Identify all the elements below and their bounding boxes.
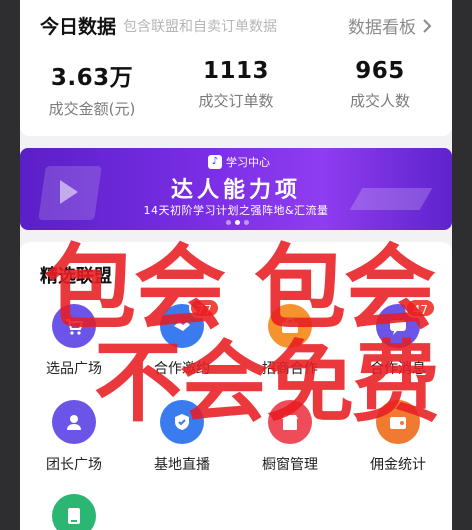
stat-buyers[interactable]: 965 成交人数	[308, 58, 452, 119]
stat-value: 965	[355, 58, 405, 84]
handshake-icon: 77	[160, 298, 220, 348]
chevron-right-icon	[423, 18, 432, 33]
feature-tile-label: 团长广场	[46, 457, 102, 473]
stat-label: 成交订单数	[198, 92, 274, 110]
feature-tile[interactable]: 招商合作	[236, 304, 344, 378]
device-icon	[52, 494, 96, 530]
stat-amount[interactable]: 3.63万 成交金额(元)	[20, 58, 164, 119]
user-icon	[52, 400, 96, 444]
carousel-dot-active[interactable]	[235, 220, 240, 225]
stat-value: 3.63万	[50, 65, 134, 91]
banner-brand-label: 学习中心	[226, 156, 270, 169]
banner-subtitle: 14天初阶学习计划之强阵地&汇流量	[143, 204, 329, 217]
dashboard-link[interactable]: 数据看板	[348, 13, 432, 38]
feature-tile-label: 橱窗管理	[262, 457, 318, 473]
dashboard-link-label: 数据看板	[348, 18, 416, 38]
shop-icon	[268, 400, 312, 444]
stat-value: 1113	[202, 58, 269, 84]
stat-orders[interactable]: 1113 成交订单数	[164, 58, 308, 119]
tiktok-logo-icon: ♪	[208, 155, 222, 169]
feature-tile-label: 招商合作	[262, 361, 318, 377]
feature-tile-label: 合作消息	[370, 361, 426, 377]
feature-tile[interactable]: 佣金统计	[344, 400, 452, 474]
briefcase-icon	[268, 304, 312, 348]
shield-icon	[160, 400, 204, 444]
feature-tile[interactable]: 77 合作邀约	[128, 298, 236, 378]
feature-tile-label: 基地直播	[154, 457, 210, 473]
wallet-icon	[376, 400, 420, 444]
today-data-card: 今日数据 包含联盟和自卖订单数据 数据看板 3.63万 成交金额(元) 1113…	[20, 0, 452, 136]
count-badge: 77	[188, 298, 220, 318]
feature-tile[interactable]: 团长广场	[20, 400, 128, 474]
count-badge: 47	[404, 298, 436, 318]
banner-title: 达人能力项	[170, 178, 301, 203]
banner-brand: ♪ 学习中心	[208, 154, 270, 170]
carousel-dot[interactable]	[226, 220, 231, 225]
feature-tile[interactable]	[20, 494, 128, 530]
section-title: 精选联盟	[40, 266, 112, 287]
today-title: 今日数据	[40, 16, 117, 38]
message-icon: 47	[376, 298, 436, 348]
feature-tile[interactable]: 基地直播	[128, 400, 236, 474]
today-subtitle: 包含联盟和自卖订单数据	[123, 19, 277, 35]
learning-banner[interactable]: ♪ 学习中心 达人能力项 14天初阶学习计划之强阵地&汇流量	[20, 148, 452, 230]
carousel-dots	[226, 220, 249, 225]
carousel-dot[interactable]	[244, 220, 249, 225]
feature-tile-label: 佣金统计	[370, 457, 426, 473]
stat-label: 成交人数	[349, 92, 410, 110]
feature-tile-label: 选品广场	[46, 361, 102, 377]
feature-tile[interactable]: 选品广场	[20, 304, 128, 378]
selected-alliance-card: 精选联盟 选品广场 77 合作邀约 招商合作 47 合作消息团长广场 基地直播 橱窗管理 佣金统…	[20, 242, 452, 530]
feature-tile-label: 合作邀约	[154, 361, 210, 377]
stats-row: 3.63万 成交金额(元) 1113 成交订单数 965 成交人数	[20, 58, 452, 119]
stat-label: 成交金额(元)	[48, 100, 136, 118]
feature-tile[interactable]: 橱窗管理	[236, 400, 344, 474]
feature-tile[interactable]: 47 合作消息	[344, 298, 452, 378]
cart-icon	[52, 304, 96, 348]
app-screen: 今日数据 包含联盟和自卖订单数据 数据看板 3.63万 成交金额(元) 1113…	[20, 0, 452, 530]
